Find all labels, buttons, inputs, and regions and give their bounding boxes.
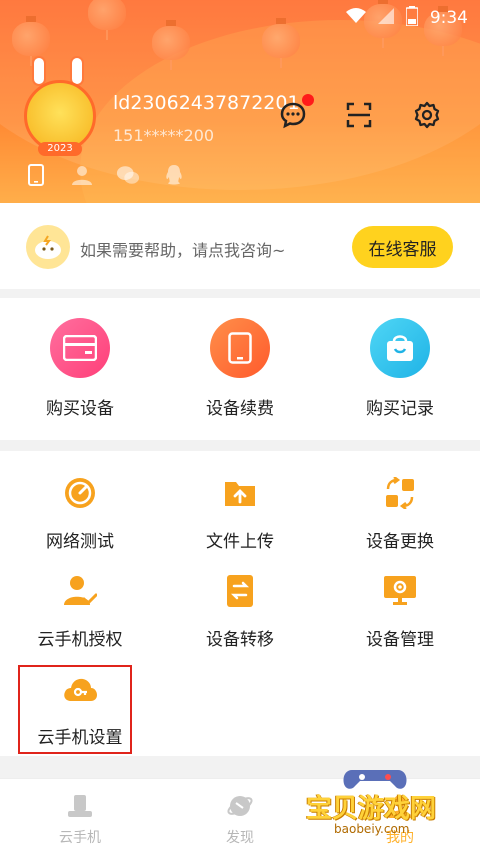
status-time: 9:34 <box>429 8 468 28</box>
account-binding-row <box>24 163 186 187</box>
planet-icon <box>226 793 254 819</box>
card-icon <box>50 318 110 378</box>
device-manage-label: 设备管理 <box>366 630 434 650</box>
quick-actions-card: 购买设备 设备续费 购买记录 <box>0 298 480 440</box>
watermark-text: 宝贝游戏网 <box>306 794 437 824</box>
monitor-gear-icon <box>382 573 418 609</box>
network-test-label: 网络测试 <box>46 532 114 552</box>
nav-tab-discover[interactable]: 发现 <box>180 793 300 847</box>
buy-device-item[interactable]: 购买设备 <box>0 318 160 419</box>
transfer-icon <box>222 573 258 609</box>
speedometer-icon <box>62 475 98 511</box>
device-transfer-item[interactable]: 设备转移 <box>160 573 320 650</box>
watermark-url: baobeiy.com <box>334 822 410 836</box>
scan-icon <box>345 101 373 133</box>
folder-upload-icon <box>222 475 258 511</box>
help-prompt[interactable]: 如果需要帮助，请点我咨询~ <box>80 237 285 261</box>
wifi-icon <box>345 8 366 28</box>
device-replace-item[interactable]: 设备更换 <box>320 475 480 552</box>
help-card: 如果需要帮助，请点我咨询~ 在线客服 <box>0 203 480 289</box>
swap-icon <box>382 475 418 511</box>
avatar-year-badge: 2023 <box>38 142 82 156</box>
device-transfer-label: 设备转移 <box>206 630 274 650</box>
renew-device-item[interactable]: 设备续费 <box>160 318 320 419</box>
device-manage-item[interactable]: 设备管理 <box>320 573 480 650</box>
nav-label-cloud-phone: 云手机 <box>59 830 101 846</box>
tablet-icon <box>210 318 270 378</box>
cloud-phone-authorize-item[interactable]: 云手机授权 <box>0 573 160 650</box>
wechat-icon[interactable] <box>116 163 140 187</box>
nav-tab-cloud-phone[interactable]: 云手机 <box>20 793 140 847</box>
settings-icon <box>412 100 442 134</box>
profile-header: 9:34 2023 ld23062437872201 151*****200 <box>0 0 480 203</box>
buy-device-label: 购买设备 <box>46 399 114 419</box>
device-replace-label: 设备更换 <box>366 532 434 552</box>
qq-icon[interactable] <box>162 163 186 187</box>
phone-icon[interactable] <box>24 163 48 187</box>
watermark-logo: 宝贝游戏网 baobeiy.com <box>300 760 460 850</box>
status-bar: 9:34 <box>0 0 480 34</box>
battery-icon <box>405 6 419 30</box>
bag-icon <box>370 318 430 378</box>
user-check-icon <box>62 573 98 609</box>
network-test-item[interactable]: 网络测试 <box>0 475 160 552</box>
assistant-mascot-icon <box>26 225 70 269</box>
contact-icon[interactable] <box>70 163 94 187</box>
avatar[interactable]: 2023 <box>18 56 102 156</box>
notification-dot <box>302 94 314 106</box>
username: ld23062437872201 <box>113 92 300 114</box>
cloud-phone-authorize-label: 云手机授权 <box>37 630 123 650</box>
phone-stand-icon <box>66 793 94 819</box>
purchase-records-label: 购买记录 <box>366 399 434 419</box>
highlight-box <box>18 665 132 754</box>
renew-device-label: 设备续费 <box>206 399 274 419</box>
file-upload-label: 文件上传 <box>206 532 274 552</box>
avatar-ear <box>32 56 46 86</box>
online-service-button[interactable]: 在线客服 <box>352 226 453 268</box>
purchase-records-item[interactable]: 购买记录 <box>320 318 480 419</box>
message-button[interactable] <box>276 94 314 134</box>
message-icon <box>279 101 307 133</box>
settings-button[interactable] <box>410 100 444 134</box>
signal-icon <box>377 8 394 28</box>
file-upload-item[interactable]: 文件上传 <box>160 475 320 552</box>
scan-button[interactable] <box>342 100 376 134</box>
nav-label-discover: 发现 <box>226 830 254 846</box>
phone-number: 151*****200 <box>113 126 215 145</box>
